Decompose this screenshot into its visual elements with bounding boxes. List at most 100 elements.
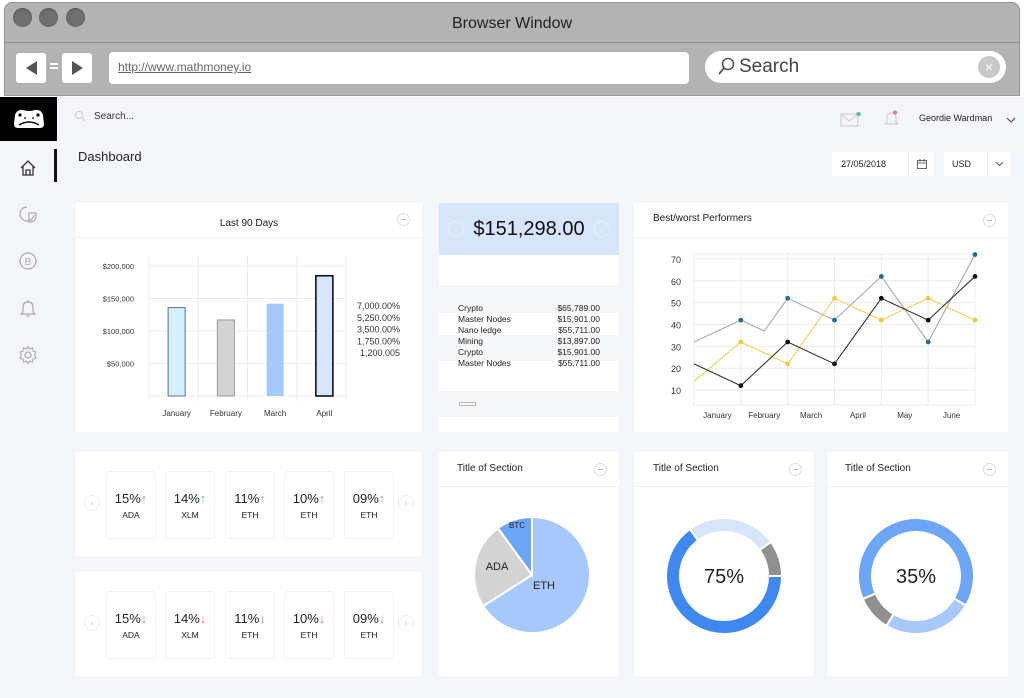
bar bbox=[167, 307, 186, 397]
user-name: Geordie Wardman bbox=[919, 113, 993, 123]
currency-dropdown-button[interactable] bbox=[987, 152, 1011, 176]
top-gainers-card: ‹ 15%↑ ADA 14%↑ XLM 11%↑ ETH 10%↑ ETH 09%↑ ETH › bbox=[76, 452, 422, 556]
sidebar-item-bitcoin[interactable]: B bbox=[14, 247, 42, 275]
clear-search-button[interactable]: × bbox=[978, 56, 1000, 78]
percent-value: 09% bbox=[352, 491, 379, 506]
more-icon bbox=[793, 469, 798, 470]
sidebar-item-home[interactable] bbox=[14, 154, 42, 182]
donut-chart: 75% bbox=[665, 517, 784, 635]
coin-symbol: ADA bbox=[122, 510, 140, 520]
y-tick-label: 20 bbox=[671, 364, 681, 374]
x-tick-label: March bbox=[800, 411, 822, 420]
balance-total: $151,298.00 bbox=[473, 217, 585, 240]
mail-button[interactable] bbox=[840, 111, 862, 132]
more-options-button[interactable] bbox=[789, 463, 802, 476]
ticker-card[interactable]: 14%↓ XLM bbox=[165, 591, 215, 659]
url-bar[interactable]: http://www.mathmoney.io bbox=[109, 52, 689, 84]
ticker-card[interactable]: 11%↓ ETH bbox=[225, 591, 275, 659]
chevron-down-icon bbox=[995, 161, 1004, 167]
arrow-down-icon: ↓ bbox=[378, 611, 386, 626]
ticker-card[interactable]: 09%↑ ETH bbox=[344, 471, 394, 539]
carousel-next-button[interactable]: › bbox=[398, 495, 414, 511]
coin-symbol: ETH bbox=[360, 510, 378, 520]
slice-light bbox=[885, 597, 968, 635]
x-tick-label: June bbox=[943, 411, 961, 420]
currency-value: USD bbox=[952, 159, 972, 169]
y-tick-label: $100,000 bbox=[103, 327, 134, 336]
forward-button[interactable] bbox=[62, 53, 92, 83]
y-tick-label: 10 bbox=[671, 386, 681, 396]
calendar-button[interactable] bbox=[908, 152, 934, 176]
more-icon bbox=[598, 469, 603, 470]
more-options-button[interactable] bbox=[983, 463, 996, 476]
sidebar-item-notifications[interactable] bbox=[14, 294, 42, 322]
app-search-input[interactable]: Search... bbox=[74, 110, 134, 122]
ticker-card[interactable]: 10%↑ ETH bbox=[284, 471, 334, 539]
ticker-card[interactable]: 15%↓ ADA bbox=[106, 591, 156, 659]
coin-symbol: XLM bbox=[181, 510, 199, 520]
carousel-prev-button[interactable]: ‹ bbox=[84, 615, 100, 631]
slice-gray bbox=[861, 592, 895, 628]
card-title: Best/worst Performers bbox=[653, 213, 752, 224]
more-options-button[interactable] bbox=[983, 214, 996, 227]
arrow-up-icon: ↑ bbox=[378, 491, 386, 506]
scroll-indicator[interactable] bbox=[459, 402, 476, 406]
ticker-card[interactable]: 09%↓ ETH bbox=[344, 591, 394, 659]
coin-symbol: ETH bbox=[300, 630, 318, 640]
y-tick-label: $200,000 bbox=[103, 262, 134, 271]
x-tick-label: January bbox=[703, 411, 731, 420]
svg-text:B: B bbox=[25, 257, 32, 268]
change-percent: 10%↑ bbox=[285, 491, 333, 506]
center-label: 75% bbox=[704, 566, 744, 588]
row-label: Mining bbox=[458, 336, 484, 346]
data-label: 1,200.005 bbox=[360, 348, 400, 358]
coin-symbol: ETH bbox=[300, 510, 318, 520]
slice-gray bbox=[758, 540, 784, 577]
y-tick-label: 70 bbox=[671, 255, 681, 265]
row-value: $65,789.00 bbox=[557, 303, 600, 313]
ticker-card[interactable]: 11%↑ ETH bbox=[225, 471, 275, 539]
data-label: 7,000.00% bbox=[357, 301, 400, 311]
row-label: Nano ledge bbox=[458, 325, 502, 335]
sidebar-item-portfolio[interactable] bbox=[14, 200, 42, 228]
home-icon bbox=[20, 160, 36, 176]
active-indicator bbox=[54, 149, 57, 182]
next-button[interactable]: › bbox=[594, 221, 610, 237]
notifications-button[interactable] bbox=[883, 109, 901, 132]
sidebar-item-settings[interactable] bbox=[14, 341, 42, 369]
table-row: Mining $13,897.00 bbox=[458, 336, 600, 347]
more-options-button[interactable] bbox=[594, 463, 607, 476]
bell-icon bbox=[883, 110, 900, 125]
user-menu[interactable]: Geordie Wardman bbox=[919, 113, 1016, 123]
previous-button[interactable]: ‹ bbox=[448, 221, 464, 237]
donut-chart: 35% bbox=[857, 517, 975, 635]
arrow-down-icon: ↓ bbox=[140, 611, 148, 626]
more-options-button[interactable] bbox=[397, 213, 410, 226]
data-point-gray bbox=[832, 317, 837, 323]
currency-select[interactable]: USD bbox=[944, 152, 1011, 176]
carousel-next-button[interactable]: › bbox=[398, 615, 414, 631]
ticker-card[interactable]: 14%↑ XLM bbox=[165, 471, 215, 539]
data-point-black bbox=[925, 317, 931, 323]
carousel-prev-button[interactable]: ‹ bbox=[84, 495, 100, 511]
table-row: Crypto $15,901.00 bbox=[458, 347, 600, 358]
row-value: $13,897.00 bbox=[557, 336, 600, 346]
frog-logo-icon bbox=[13, 109, 44, 128]
percent-value: 11% bbox=[234, 611, 260, 626]
ticker-card[interactable]: 15%↑ ADA bbox=[106, 471, 156, 539]
y-tick-label: 60 bbox=[671, 277, 681, 287]
x-tick-label: May bbox=[897, 411, 912, 420]
mail-icon bbox=[840, 111, 861, 127]
row-label: Master Nodes bbox=[458, 358, 511, 368]
donut-35-card: Title of Section 35% bbox=[828, 452, 1008, 676]
data-point-gray bbox=[925, 339, 931, 345]
date-picker[interactable]: 27/05/2018 bbox=[832, 152, 934, 176]
more-icon bbox=[401, 219, 406, 220]
slice-label: BTC bbox=[509, 521, 525, 530]
back-button[interactable] bbox=[16, 53, 46, 83]
browser-search-input[interactable]: Search × bbox=[705, 51, 1006, 83]
ticker-card[interactable]: 10%↓ ETH bbox=[284, 591, 334, 659]
app-logo[interactable] bbox=[0, 97, 57, 141]
change-percent: 15%↑ bbox=[107, 491, 155, 506]
data-point-gray bbox=[878, 274, 884, 279]
